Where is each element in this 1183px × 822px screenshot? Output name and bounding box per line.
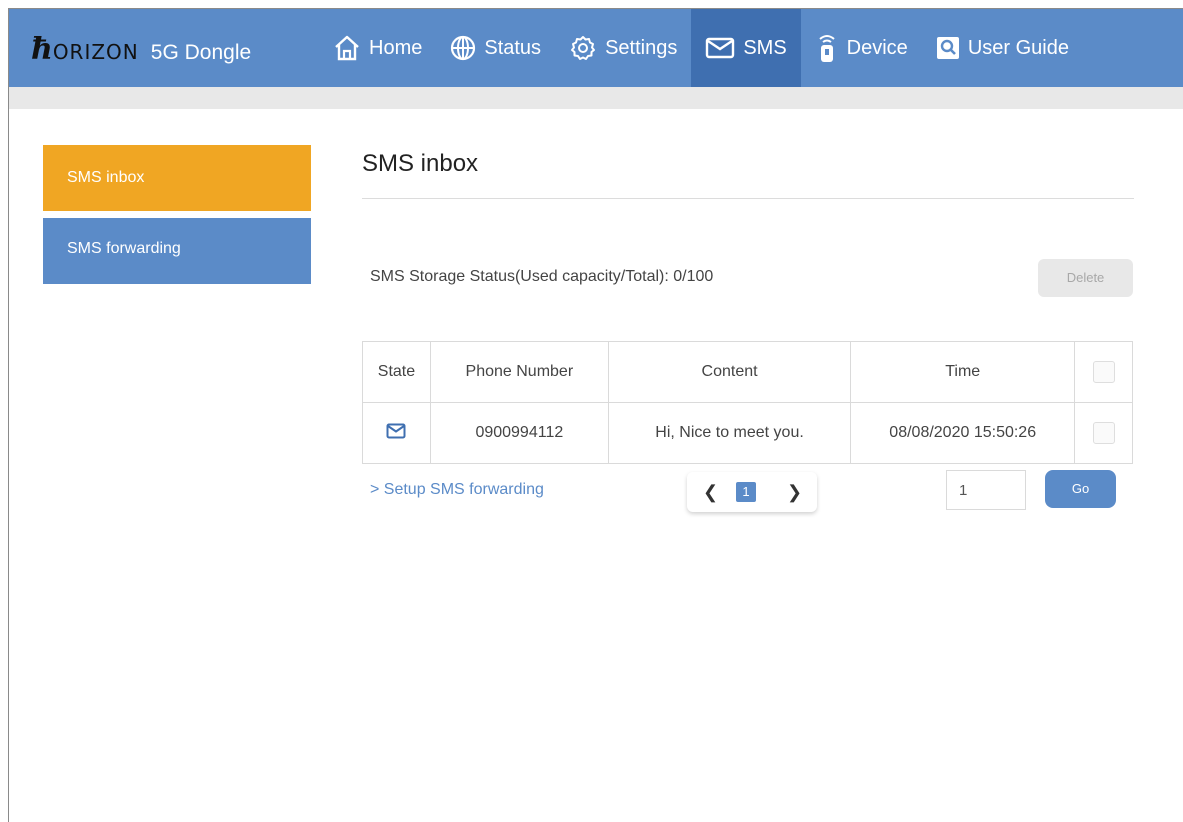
top-navigation-bar: ħ ORIZON 5G Dongle Home Status Settings … xyxy=(9,9,1183,87)
nav-device-label: Device xyxy=(846,36,908,59)
chevron-left-icon[interactable]: ❮ xyxy=(703,482,718,503)
nav-status[interactable]: Status xyxy=(436,9,555,87)
nav-device[interactable]: Device xyxy=(801,9,922,87)
nav-user-guide[interactable]: User Guide xyxy=(922,9,1083,87)
page-number-current[interactable]: 1 xyxy=(736,482,756,502)
header-content: Content xyxy=(607,341,852,403)
row-checkbox[interactable] xyxy=(1092,422,1115,444)
nav-settings[interactable]: Settings xyxy=(555,9,691,87)
chevron-right-icon[interactable]: ❯ xyxy=(787,482,802,503)
nav-sms-label: SMS xyxy=(743,36,787,59)
page-title: SMS inbox xyxy=(362,150,479,177)
nav-sms[interactable]: SMS xyxy=(691,9,801,87)
storage-status: SMS Storage Status(Used capacity/Total):… xyxy=(370,268,714,285)
row-state xyxy=(362,402,431,464)
row-time: 08/08/2020 15:50:26 xyxy=(850,402,1076,464)
sidebar-item-sms-inbox[interactable]: SMS inbox xyxy=(43,145,311,211)
row-content: Hi, Nice to meet you. xyxy=(607,402,852,464)
sidebar-item-sms-forwarding[interactable]: SMS forwarding xyxy=(43,218,311,284)
header-phone-number: Phone Number xyxy=(429,341,609,403)
brand-product: 5G Dongle xyxy=(150,41,252,64)
row-phone-number: 0900994112 xyxy=(429,402,609,464)
row-select xyxy=(1074,402,1133,464)
main-nav: Home Status Settings SMS Device User Gui… xyxy=(319,9,1083,87)
sms-table: State Phone Number Content Time 09009941… xyxy=(362,341,1133,464)
setup-sms-forwarding-link[interactable]: > Setup SMS forwarding xyxy=(370,481,544,499)
header-select-all xyxy=(1074,341,1133,403)
delete-button[interactable]: Delete xyxy=(1038,259,1133,297)
brand-name: ORIZON xyxy=(52,40,139,64)
nav-home-label: Home xyxy=(369,36,423,59)
home-icon xyxy=(335,35,359,61)
sub-header-strip xyxy=(9,87,1183,109)
globe-icon xyxy=(451,35,476,61)
go-button[interactable]: Go xyxy=(1045,470,1116,508)
table-row[interactable]: 0900994112 Hi, Nice to meet you. 08/08/2… xyxy=(362,402,1133,464)
brand-mark: ħ xyxy=(31,32,53,67)
page-jump-input[interactable] xyxy=(946,470,1026,510)
nav-status-label: Status xyxy=(484,36,542,59)
title-divider xyxy=(362,198,1134,199)
nav-settings-label: Settings xyxy=(605,36,678,59)
pagination: ❮ 1 ❯ xyxy=(687,472,817,512)
dongle-icon xyxy=(819,35,835,62)
table-header-row: State Phone Number Content Time xyxy=(362,341,1133,403)
envelope-icon xyxy=(706,37,735,59)
brand-logo: ħ ORIZON 5G Dongle xyxy=(31,35,251,65)
nav-home[interactable]: Home xyxy=(319,9,436,87)
window-border-left xyxy=(8,8,9,822)
select-all-checkbox[interactable] xyxy=(1092,361,1115,383)
header-time: Time xyxy=(850,341,1076,403)
gear-icon xyxy=(571,36,596,60)
search-guide-icon xyxy=(936,37,959,59)
envelope-icon xyxy=(386,423,406,438)
nav-user-guide-label: User Guide xyxy=(967,36,1069,59)
header-state: State xyxy=(362,341,431,403)
